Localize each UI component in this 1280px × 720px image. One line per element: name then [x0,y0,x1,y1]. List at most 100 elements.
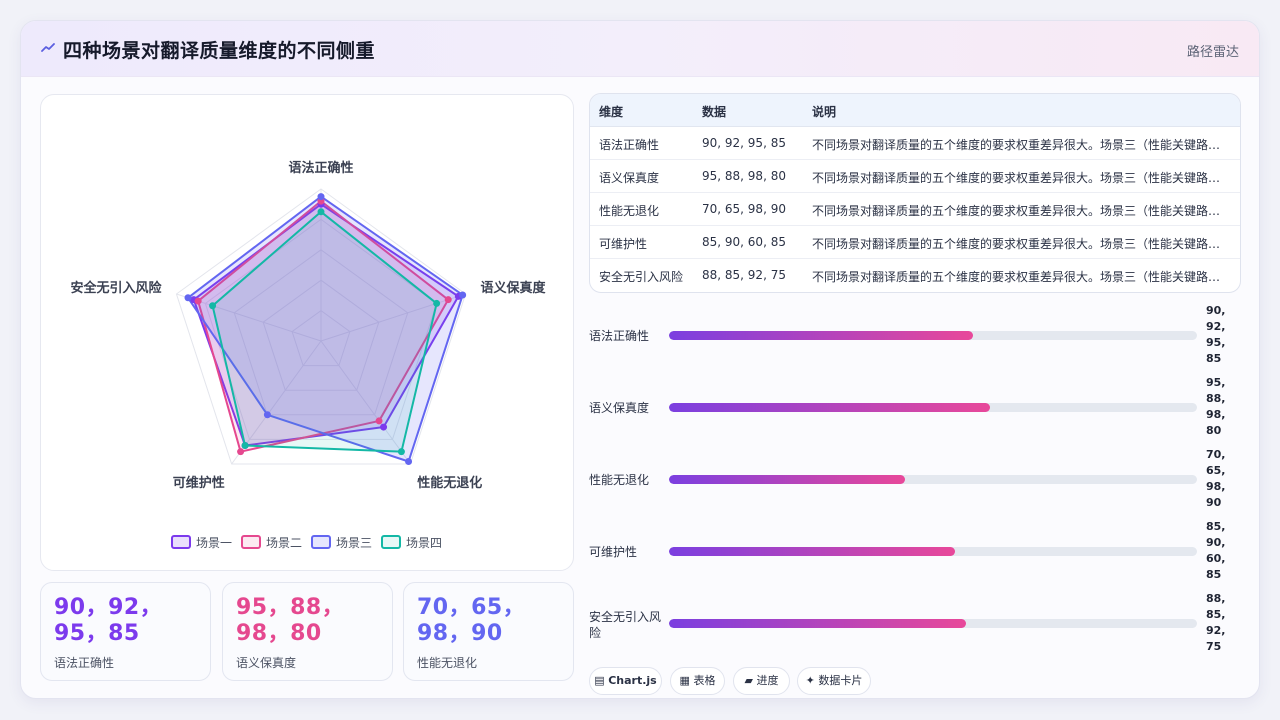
cell-note: 不同场景对翻译质量的五个维度的要求权重差异很大。场景三（性能关键路径… [812,204,1230,218]
legend-label: 场景二 [266,536,302,550]
progress-track [669,475,1197,484]
progress-fill [669,403,991,412]
progress-fill [669,331,973,340]
cell-note: 不同场景对翻译质量的五个维度的要求权重差异很大。场景三（性能关键路径… [812,171,1230,185]
radar-data-point [241,442,249,450]
radar-data-point [194,297,202,305]
legend-label: 场景一 [196,536,232,550]
progress-value: 95, 88, 98, 80 [1206,376,1226,437]
legend-label: 场景四 [406,536,442,550]
header-tag: 路径雷达 [1186,45,1239,60]
table-row: 语法正确性 90, 92, 95, 85 不同场景对翻译质量的五个维度的要求权重… [590,127,1240,160]
cell-note: 不同场景对翻译质量的五个维度的要求权重差异很大。场景三（性能关键路径… [812,138,1230,152]
dashboard-frame: 四种场景对翻译质量维度的不同侧重 路径雷达 语法正确性 语义保真度 性能无退化 可维护… [20,20,1260,699]
radar-data-point [397,448,405,456]
data-table: 维度 数据 说明 语法正确性 90, 92, 95, 85 不同场景对翻译质量的… [589,93,1241,293]
progress-value: 70, 65, 98, 90 [1206,448,1226,509]
chip-table[interactable]: ▦ 表格 [670,667,725,695]
progress-row: 安全无引入风险 88, 85, 92, 75 [589,589,1249,657]
cell-dimension: 可维护性 [599,237,648,251]
chip-chartjs[interactable]: ▤ Chart.js [589,667,662,695]
progress-fill [669,619,966,628]
cell-data: 70, 65, 98, 90 [702,202,786,216]
stat-card: 90，92，95，85 语法正确性 [40,582,211,681]
progress-value: 88, 85, 92, 75 [1206,592,1226,653]
radar-series-area [211,210,438,453]
progress-icon: ▰ [744,674,753,687]
stat-value: 95，88，98，80 [236,595,345,646]
table-icon: ▦ [679,674,690,687]
progress-label: 可维护性 [589,545,638,559]
table-header-row: 维度 数据 说明 [590,94,1240,127]
progress-row: 语义保真度 95, 88, 98, 80 [589,373,1249,441]
column-header-data: 数据 [702,105,727,119]
column-header-note: 说明 [812,105,837,119]
progress-label: 语法正确性 [589,329,650,343]
column-header-dimension: 维度 [599,105,624,119]
chart-icon: ▤ [594,674,605,687]
legend-swatch [241,535,261,549]
radar-axis-label: 语义保真度 [480,280,546,296]
radar-data-point [263,411,271,419]
cell-dimension: 语义保真度 [599,171,660,185]
progress-label: 安全无引入风险 [589,610,662,640]
header: 四种场景对翻译质量维度的不同侧重 路径雷达 [21,21,1259,77]
legend-swatch [311,535,331,549]
progress-track [669,331,1197,340]
cell-note: 不同场景对翻译质量的五个维度的要求权重差异很大。场景三（性能关键路径… [812,270,1230,284]
table-row: 语义保真度 95, 88, 98, 80 不同场景对翻译质量的五个维度的要求权重… [590,160,1240,193]
progress-fill [669,547,956,556]
radar-data-point [405,458,413,466]
progress-track [669,547,1197,556]
progress-row: 可维护性 85, 90, 60, 85 [589,517,1249,585]
radar-data-point [317,193,325,201]
progress-value: 85, 90, 60, 85 [1206,520,1226,581]
chip-data-card[interactable]: ✦ 数据卡片 [797,667,871,695]
stat-value: 90，92，95，85 [54,595,163,646]
radar-data-point [380,423,388,431]
legend-swatch [381,535,401,549]
progress-row: 语法正确性 90, 92, 95, 85 [589,301,1249,369]
progress-label: 语义保真度 [589,401,650,415]
radar-data-point [375,417,383,425]
cell-dimension: 安全无引入风险 [599,270,684,284]
radar-axis-label: 性能无退化 [417,475,482,491]
progress-track [669,619,1197,628]
legend-label: 场景三 [336,536,372,550]
cell-note: 不同场景对翻译质量的五个维度的要求权重差异很大。场景三（性能关键路径… [812,237,1230,251]
radar-data-point [433,299,441,307]
cell-dimension: 性能无退化 [599,204,660,218]
trend-line-icon [41,43,55,52]
stat-value: 70，65，98，90 [417,595,526,646]
chip-progress[interactable]: ▰ 进度 [733,667,790,695]
progress-label: 性能无退化 [589,473,650,487]
cell-data: 95, 88, 98, 80 [702,169,786,183]
progress-fill [669,475,906,484]
radar-data-point [459,291,467,299]
radar-data-point [444,296,452,304]
stat-label: 语法正确性 [54,656,115,670]
cell-dimension: 语法正确性 [599,138,660,152]
cell-data: 90, 92, 95, 85 [702,136,786,150]
radar-data-point [317,208,325,216]
progress-row: 性能无退化 70, 65, 98, 90 [589,445,1249,513]
stat-label: 语义保真度 [236,656,297,670]
radar-chart: 语法正确性语义保真度性能无退化 可维护性 安全无引入风险场景一 场景二 场景三 场景四 [71,160,547,550]
cell-data: 85, 90, 60, 85 [702,235,786,249]
progress-track [669,403,1197,412]
progress-value: 90, 92, 95, 85 [1206,304,1226,365]
stat-card: 95，88，98，80 语义保真度 [222,582,393,681]
table-row: 可维护性 85, 90, 60, 85 不同场景对翻译质量的五个维度的要求权重差… [590,226,1240,259]
cell-data: 88, 85, 92, 75 [702,268,786,282]
radar-axis-label: 语法正确性 [288,160,353,176]
table-row: 安全无引入风险 88, 85, 92, 75 不同场景对翻译质量的五个维度的要求… [590,259,1240,292]
card-icon: ✦ [805,674,815,687]
radar-data-point [209,302,217,310]
stat-card: 70，65，98，90 性能无退化 [403,582,574,681]
radar-data-point [237,448,245,456]
radar-data-point [184,294,192,302]
stat-label: 性能无退化 [417,656,478,670]
radar-chart-card: 语法正确性 语义保真度 性能无退化 可维护性 安全无引入风险 场景一 场景二 场景三 场景四 [40,94,574,571]
legend-swatch [171,535,191,549]
page-title: 四种场景对翻译质量维度的不同侧重 [63,40,376,62]
